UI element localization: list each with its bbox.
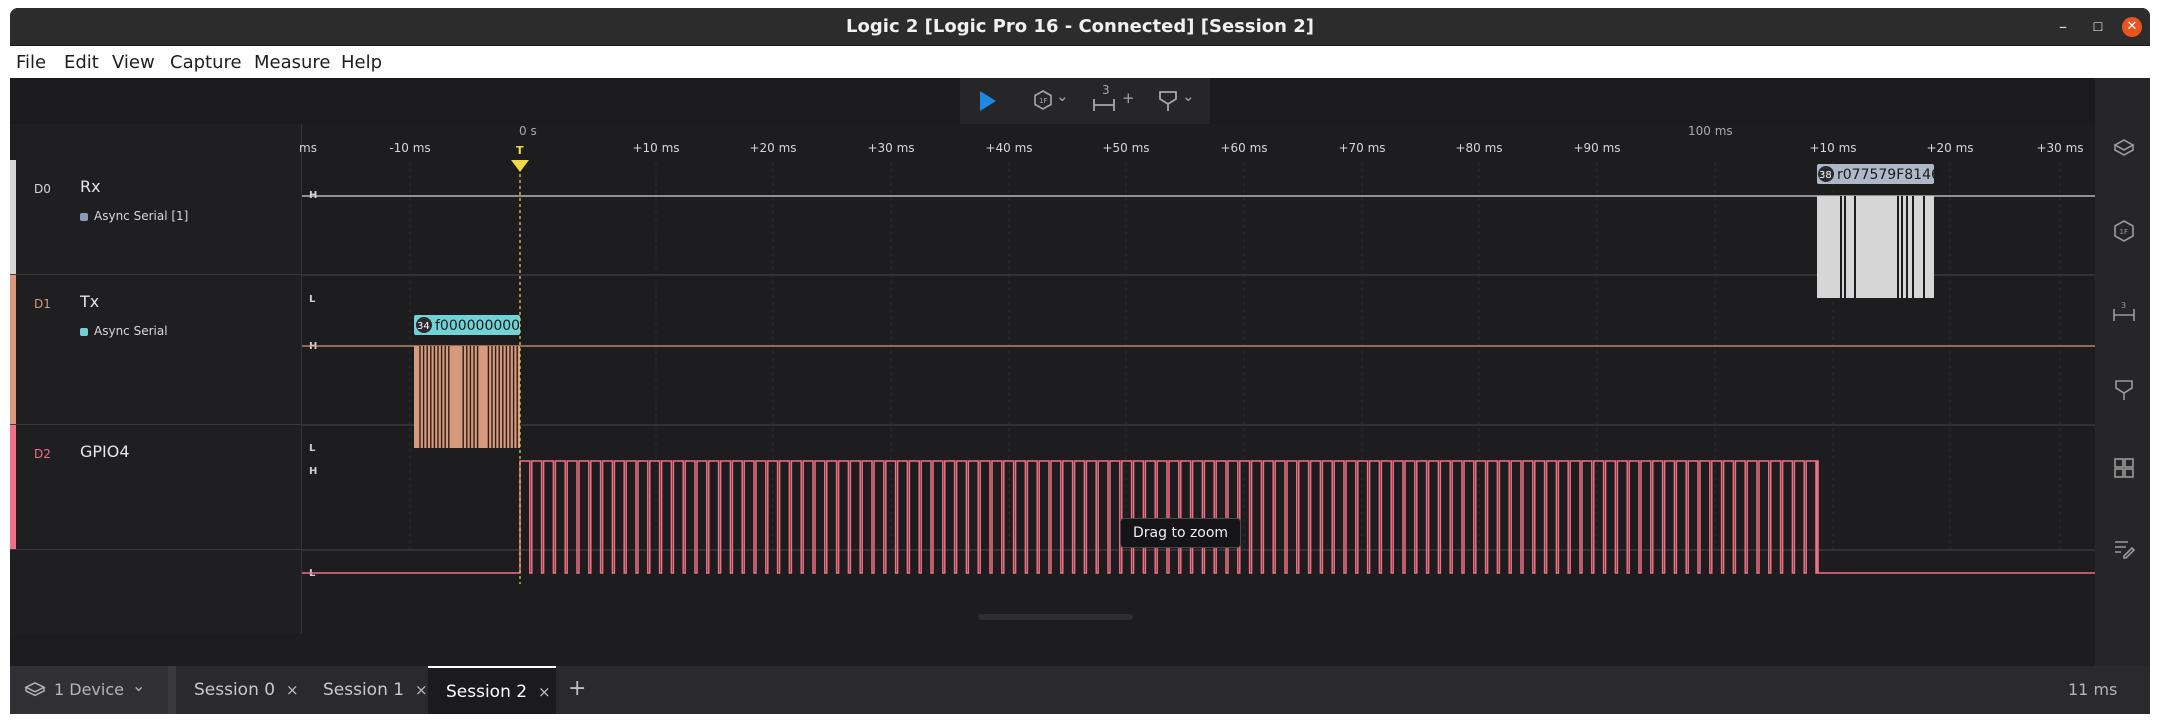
analyzer-color-dot <box>80 327 88 336</box>
device-icon <box>24 681 46 697</box>
tab-label: Session 1 <box>323 680 405 700</box>
menu-edit[interactable]: Edit <box>64 52 99 73</box>
add-tab-button[interactable]: + <box>568 676 586 701</box>
svg-text:3: 3 <box>2121 301 2126 310</box>
close-button[interactable]: ✕ <box>2122 17 2142 37</box>
menu-measure[interactable]: Measure <box>254 52 331 73</box>
trigger-label: T <box>516 144 524 157</box>
analyzer-chip[interactable]: Async Serial <box>80 324 168 338</box>
channel-name[interactable]: Rx <box>80 177 101 196</box>
channel-row-d0[interactable]: D0 Rx Async Serial [1] <box>10 160 302 275</box>
measure-add-button[interactable]: 3 + <box>1092 83 1135 113</box>
tab-session-2[interactable]: Session 2 × <box>428 666 556 714</box>
analyzer-icon[interactable]: 1F <box>2112 219 2136 243</box>
channel-row-d2[interactable]: D2 GPIO4 <box>10 425 302 550</box>
menu-help[interactable]: Help <box>341 52 382 73</box>
play-icon[interactable] <box>972 86 1002 116</box>
measure-badge: 3 <box>1102 83 1110 97</box>
waveform-pane[interactable]: 0 s 100 ms ms -10 ms +10 ms +20 ms +30 m… <box>299 124 2095 634</box>
svg-text:1F: 1F <box>1039 97 1047 105</box>
rx-decode-badge: 38 <box>1819 170 1832 181</box>
horizontal-scrollbar[interactable] <box>978 614 1133 620</box>
tab-label: Session 0 <box>194 680 276 700</box>
tab-divider <box>168 666 176 714</box>
analyzer-hex-icon: 1F <box>1034 90 1052 110</box>
maximize-button[interactable]: ☐ <box>2088 17 2108 37</box>
channel-id: D2 <box>34 447 51 461</box>
low-level-label: L <box>309 294 316 305</box>
minimize-button[interactable]: – <box>2053 17 2073 37</box>
menu-bar: File Edit View Capture Measure Help <box>10 46 2150 78</box>
marker-icon <box>1159 91 1177 111</box>
svg-text:1F: 1F <box>2120 228 2128 236</box>
measure-plus: + <box>1122 89 1135 107</box>
device-icon[interactable] <box>2112 136 2136 160</box>
menu-view[interactable]: View <box>112 52 155 73</box>
tx-decode-text: f0000000000 <box>435 318 529 334</box>
channel-name[interactable]: Tx <box>80 292 99 311</box>
marker-menu-button[interactable]: ⌄ <box>1158 87 1195 113</box>
channel-color-bar <box>10 425 16 549</box>
channel-color-bar <box>10 275 16 424</box>
close-tab-icon[interactable]: × <box>415 681 428 699</box>
zoom-readout: 11 ms <box>2068 680 2118 699</box>
bottom-bar: 1 Device ⌄ Session 0 × Session 1 × Sessi… <box>10 666 2150 714</box>
channel-label-pane: D0 Rx Async Serial [1] D1 Tx Async Seria… <box>10 124 302 634</box>
tx-decode-badge: 34 <box>417 321 430 332</box>
menu-capture[interactable]: Capture <box>170 52 242 73</box>
window-title: Logic 2 [Logic Pro 16 - Connected] [Sess… <box>846 16 1314 37</box>
measure-icon[interactable]: 3 <box>2112 299 2136 323</box>
waveform-canvas[interactable]: H L H L H L 38 r077579F8146 34 f00000000… <box>302 124 2095 634</box>
analyzer-label: Async Serial [1] <box>94 209 189 223</box>
chevron-down-icon: ⌄ <box>1182 87 1195 105</box>
close-tab-icon[interactable]: × <box>286 681 299 699</box>
channel-row-d1[interactable]: D1 Tx Async Serial <box>10 275 302 425</box>
high-level-label: H <box>309 466 317 477</box>
app-window: Logic 2 [Logic Pro 16 - Connected] [Sess… <box>10 8 2150 714</box>
extensions-icon[interactable] <box>2112 456 2136 480</box>
title-bar: Logic 2 [Logic Pro 16 - Connected] [Sess… <box>10 8 2150 46</box>
chevron-down-icon: ⌄ <box>132 676 146 695</box>
device-selector[interactable]: 1 Device ⌄ <box>10 666 168 714</box>
analyzer-menu-button[interactable]: 1F ⌄ <box>1032 87 1069 113</box>
analyzer-label: Async Serial <box>94 324 168 338</box>
right-sidebar: 1F 3 <box>2095 78 2150 666</box>
notes-icon[interactable] <box>2112 536 2136 560</box>
rx-burst <box>1817 196 1934 298</box>
trigger-marker[interactable] <box>511 160 529 172</box>
analyzer-chip[interactable]: Async Serial [1] <box>80 209 188 223</box>
rx-decode-text: r077579F8146 <box>1837 167 1940 183</box>
channel-name[interactable]: GPIO4 <box>80 442 130 461</box>
gpio4-waveform <box>302 460 2095 574</box>
marker-icon[interactable] <box>2112 378 2136 402</box>
chevron-down-icon: ⌄ <box>1056 87 1069 105</box>
toolbar: 1F ⌄ 3 + ⌄ <box>10 78 2095 124</box>
channel-id: D0 <box>34 182 51 196</box>
channel-color-bar <box>10 160 16 274</box>
analyzer-color-dot <box>80 212 88 221</box>
low-level-label: L <box>309 443 316 454</box>
close-tab-icon[interactable]: × <box>538 683 551 701</box>
drag-zoom-tooltip: Drag to zoom <box>1120 518 1242 548</box>
device-label: 1 Device <box>54 680 124 699</box>
channel-id: D1 <box>34 297 51 311</box>
menu-file[interactable]: File <box>16 52 46 73</box>
tab-session-1[interactable]: Session 1 × <box>305 666 433 714</box>
tab-session-0[interactable]: Session 0 × <box>176 666 303 714</box>
tab-label: Session 2 <box>446 682 528 702</box>
